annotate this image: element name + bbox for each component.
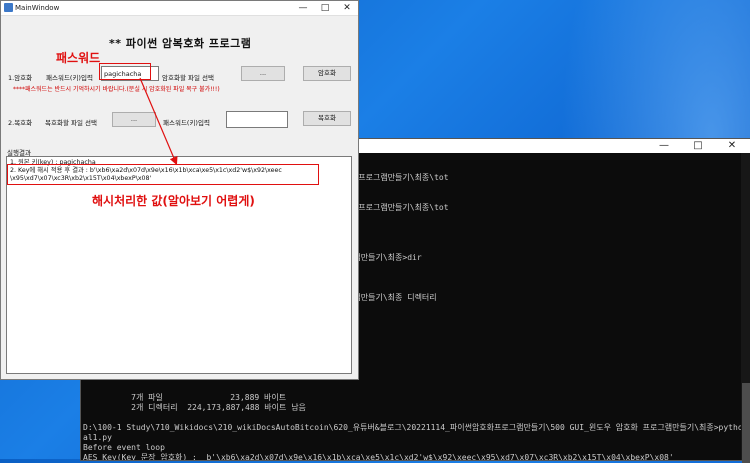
console-line: D:\100-1 Study\710_Wikidocs\210_wikiDocs… [83, 423, 741, 432]
console-maximize-button[interactable]: □ [681, 139, 715, 153]
console-scrollbar[interactable] [741, 153, 750, 463]
console-scrollbar-thumb[interactable] [742, 383, 750, 463]
console-line: 2개 디렉터리 224,173,887,488 바이트 남음 [83, 403, 306, 412]
console-line: al1.py [83, 433, 112, 442]
callout-arrow [139, 77, 178, 166]
console-line: 7개 파일 23,889 바이트 [83, 393, 287, 402]
console-close-button[interactable]: ✕ [715, 139, 749, 153]
console-minimize-button[interactable]: — [647, 139, 681, 153]
console-line: Before event loop [83, 443, 165, 452]
